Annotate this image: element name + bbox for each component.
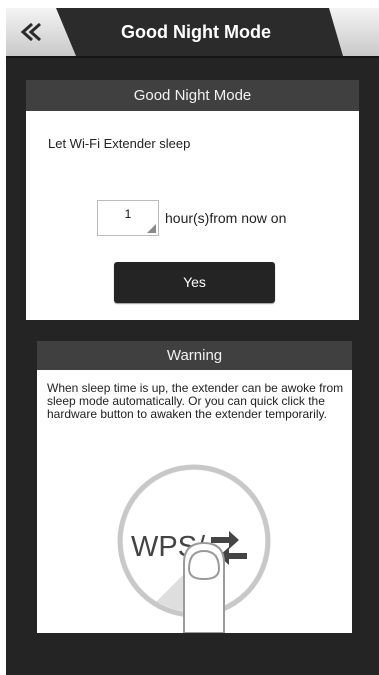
yes-button[interactable]: Yes [114,262,275,303]
header-bar: Good Night Mode [6,8,379,56]
dropdown-corner-icon [147,224,156,233]
finger-icon [183,541,225,633]
app-screen: Good Night Mode Good Night Mode Let Wi-F… [6,8,379,675]
back-button[interactable] [12,14,52,50]
warning-text: When sleep time is up, the extender can … [47,381,344,421]
sleep-hours-dropdown[interactable]: 1 [97,200,159,236]
header-divider [6,56,379,58]
sleep-settings-card: Good Night Mode Let Wi-Fi Extender sleep… [26,80,359,320]
page-title: Good Night Mode [121,22,271,42]
sleep-label: Let Wi-Fi Extender sleep [48,136,191,151]
sleep-hours-unit: hour(s)from now on [165,210,287,226]
wps-button-illustration: WPS/ [117,464,271,633]
warning-card-title: Warning [37,341,352,370]
sleep-card-title: Good Night Mode [26,80,359,111]
warning-card: Warning When sleep time is up, the exten… [37,341,352,633]
sleep-hours-value: 1 [124,207,132,221]
double-chevron-left-icon [20,22,41,42]
header-right-tab-decoration [329,8,379,56]
